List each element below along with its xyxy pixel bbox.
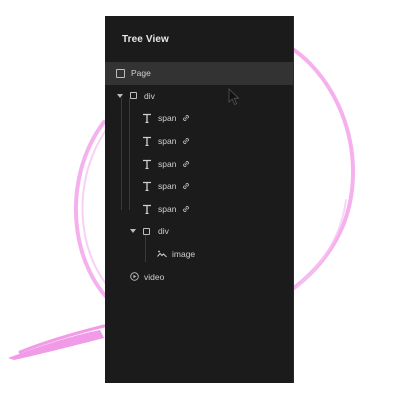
tree-item-video[interactable]: video [105, 265, 293, 288]
link-icon[interactable] [182, 114, 190, 122]
text-t-icon [142, 113, 152, 124]
tree-view-panel: Tree View Page div span span span span s… [105, 16, 294, 383]
play-circle-icon [130, 272, 139, 281]
link-icon[interactable] [182, 182, 190, 190]
tree: Page div span span span span span div im… [105, 62, 293, 288]
checkbox-icon [116, 68, 125, 78]
tree-item-span[interactable]: span [105, 152, 293, 175]
text-t-icon [142, 136, 152, 147]
tree-item-label: span [158, 158, 177, 169]
image-icon [157, 250, 167, 258]
tree-item-label: image [172, 249, 196, 260]
tree-item-span[interactable]: span [105, 107, 293, 130]
tree-item-div[interactable]: div [105, 85, 293, 108]
chevron-down-icon[interactable] [129, 227, 137, 235]
checkbox-icon [130, 92, 137, 100]
mouse-cursor-icon [228, 88, 240, 106]
text-t-icon [142, 181, 152, 192]
link-icon[interactable] [182, 160, 190, 168]
tree-item-label: div [158, 226, 169, 237]
stage: Tree View Page div span span span span s… [0, 0, 400, 400]
tree-item-page[interactable]: Page [105, 62, 293, 85]
text-t-icon [142, 159, 152, 169]
tree-item-label: div [144, 90, 155, 101]
link-icon[interactable] [182, 137, 190, 145]
tree-item-label: span [158, 113, 177, 124]
tree-item-div[interactable]: div [105, 220, 293, 243]
tree-item-label: span [158, 181, 177, 192]
tree-item-label: span [158, 203, 177, 214]
text-t-icon [142, 204, 152, 214]
tree-item-span[interactable]: span [105, 130, 293, 153]
tree-item-label: Page [131, 68, 151, 79]
link-icon[interactable] [182, 205, 190, 213]
chevron-down-icon[interactable] [116, 92, 124, 100]
tree-item-label: video [144, 271, 165, 282]
panel-title: Tree View [122, 33, 169, 45]
tree-item-image[interactable]: image [105, 243, 293, 266]
tree-item-span[interactable]: span [105, 198, 293, 221]
tree-item-label: span [158, 136, 177, 147]
tree-item-span[interactable]: span [105, 175, 293, 198]
checkbox-icon [143, 227, 150, 235]
